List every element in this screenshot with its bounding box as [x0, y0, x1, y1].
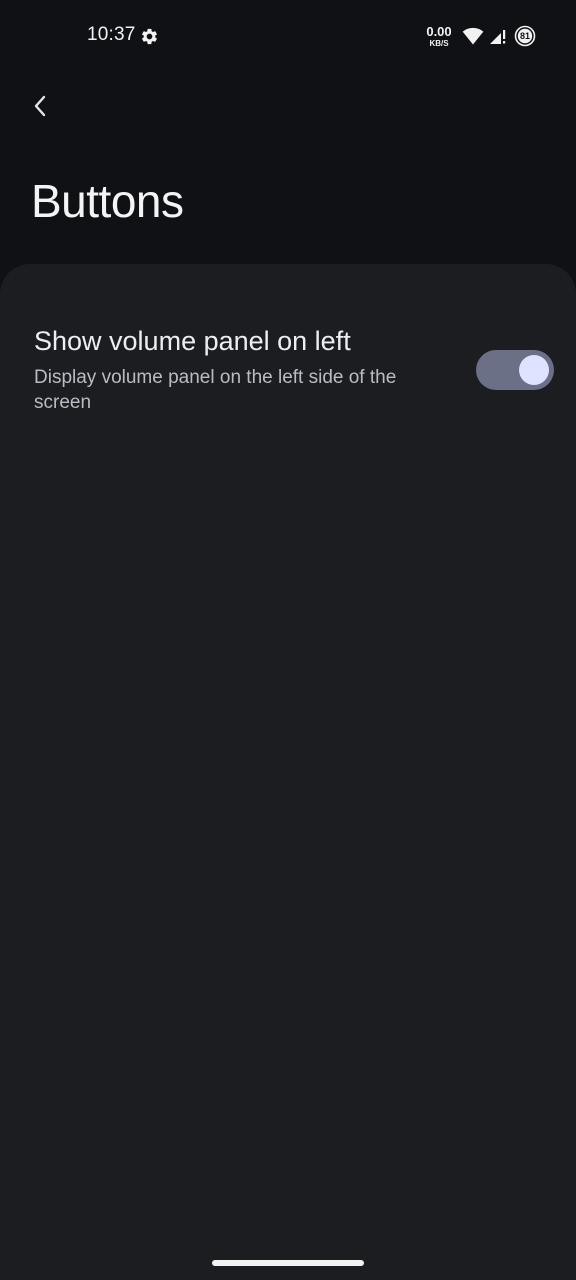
settings-panel: Show volume panel on left Display volume… [0, 264, 576, 1280]
setting-show-volume-panel-left[interactable]: Show volume panel on left Display volume… [0, 318, 576, 418]
setting-title: Show volume panel on left [34, 326, 351, 356]
back-button[interactable] [22, 86, 58, 126]
volume-panel-left-toggle[interactable] [476, 350, 554, 390]
gesture-navigation-bar[interactable] [212, 1260, 364, 1266]
battery-level: 81 [519, 31, 530, 41]
gear-icon [142, 28, 157, 45]
chevron-left-icon [34, 95, 46, 117]
network-speed-value: 0.00 [426, 24, 452, 39]
settings-screen: 10:37 0.00 KB/S 81 Buttons Show volume p… [0, 0, 576, 1280]
signal-icon [490, 30, 506, 44]
toggle-thumb [519, 355, 549, 385]
wifi-icon [462, 27, 484, 45]
network-speed-unit: KB/S [429, 39, 449, 48]
status-time: 10:37 [87, 24, 136, 45]
page-title: Buttons [31, 175, 184, 227]
setting-description: Display volume panel on the left side of… [34, 367, 397, 413]
network-speed: 0.00 KB/S [424, 25, 454, 48]
status-bar: 10:37 0.00 KB/S 81 [0, 0, 576, 72]
